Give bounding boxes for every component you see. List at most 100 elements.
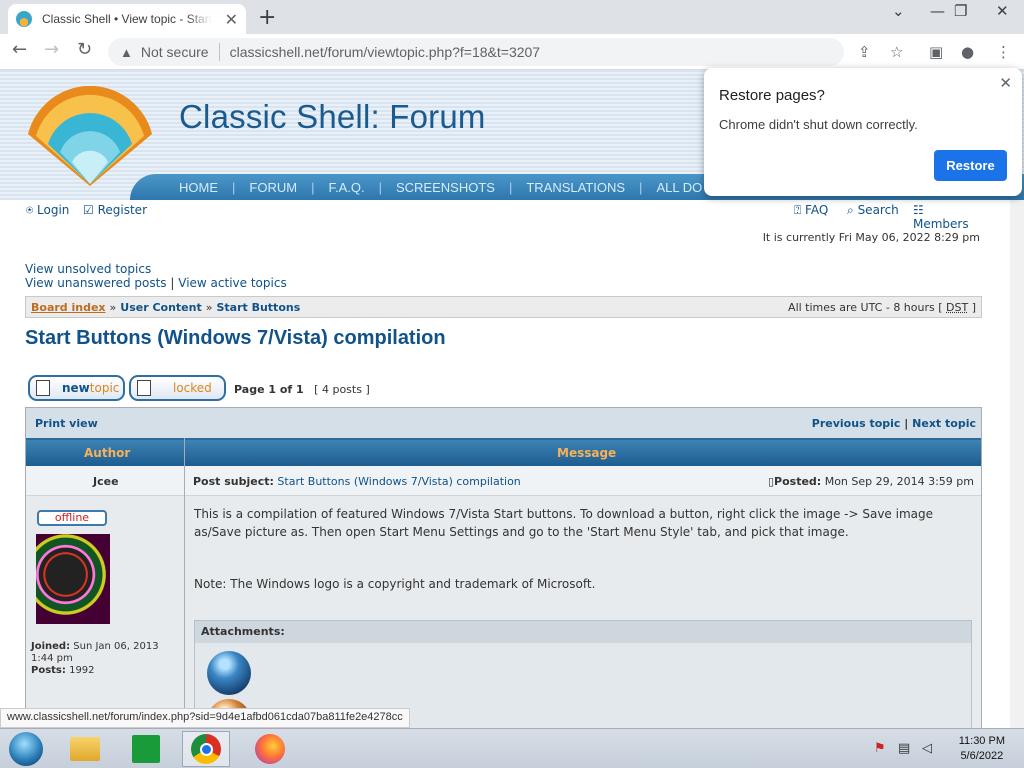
current-time: It is currently Fri May 06, 2022 8:29 pm (762, 231, 980, 244)
faq-label[interactable]: FAQ (805, 203, 828, 217)
joined-label: Joined: (31, 641, 71, 652)
nav-forum[interactable]: FORUM (249, 180, 297, 195)
lock-icon (137, 380, 151, 396)
sidepanel-icon[interactable]: ▣ (929, 43, 943, 61)
start-orb-icon[interactable] (2, 731, 50, 767)
browser-tab[interactable]: Classic Shell • View topic - Start Butto… (8, 4, 246, 34)
breadcrumb-board-index[interactable]: Board index (31, 301, 106, 314)
volume-icon[interactable]: ◁ (922, 741, 932, 756)
dialog-message: Chrome didn't shut down correctly. (719, 117, 918, 132)
timezone-end: ] (971, 300, 976, 314)
nav-all-downloads[interactable]: ALL DO (656, 180, 702, 195)
search-link[interactable]: ⌕ Search (847, 203, 899, 218)
subject-label: Post subject: (193, 475, 274, 488)
breadcrumb-user-content[interactable]: User Content (120, 301, 201, 314)
members-label[interactable]: Members (913, 217, 969, 231)
login-link[interactable]: ⍟ Login (26, 203, 69, 218)
next-topic-link[interactable]: Next topic (912, 417, 976, 430)
new-topic-icon (36, 380, 50, 396)
page-scrollbar[interactable] (1010, 200, 1024, 728)
star-icon[interactable]: ☆ (890, 43, 903, 61)
user-avatar[interactable] (36, 534, 110, 624)
clock-date: 5/6/2022 (960, 750, 1004, 762)
nav-faq[interactable]: F.A.Q. (328, 180, 364, 195)
address-separator (218, 43, 220, 61)
topic-title[interactable]: Start Buttons (Windows 7/Vista) compilat… (25, 327, 446, 350)
locked-label: locked (173, 381, 212, 395)
action-center-icon[interactable]: ⚑ (874, 741, 886, 756)
dialog-close-icon[interactable]: ✕ (999, 74, 1012, 92)
tab-strip: Classic Shell • View topic - Start Butto… (0, 0, 1024, 34)
forward-icon[interactable]: → (44, 39, 59, 60)
register-label[interactable]: Register (98, 203, 147, 217)
print-row: Print view Previous topic | Next topic (26, 408, 981, 438)
login-label[interactable]: Login (37, 203, 69, 217)
faq-link[interactable]: ⍰ FAQ (794, 203, 828, 218)
minimize-icon[interactable]: — (930, 2, 945, 20)
register-link[interactable]: ☑ Register (83, 203, 147, 217)
quick-link-separator: | (170, 276, 175, 290)
tab-close-icon[interactable]: ✕ (225, 10, 238, 29)
members-icon: ☷ (913, 203, 924, 217)
nav-home[interactable]: HOME (179, 180, 218, 195)
back-icon[interactable]: ← (12, 39, 27, 60)
quick-links: View unsolved topics View unanswered pos… (25, 262, 287, 290)
unsolved-topics-link[interactable]: View unsolved topics (25, 262, 287, 276)
nav-screenshots[interactable]: SCREENSHOTS (396, 180, 495, 195)
posts-count: 1992 (69, 665, 95, 676)
locked-button[interactable]: locked (129, 375, 226, 401)
members-link[interactable]: ☷ Members (913, 203, 981, 231)
share-icon[interactable]: ⇪ (858, 43, 871, 61)
new-topic-label-2: topic (89, 381, 120, 395)
subject-link[interactable]: Start Buttons (Windows 7/Vista) compilat… (277, 475, 520, 488)
nav-translations[interactable]: TRANSLATIONS (526, 180, 625, 195)
unanswered-posts-link[interactable]: View unanswered posts (25, 276, 167, 290)
network-icon[interactable]: ▤ (898, 741, 910, 756)
post-body: This is a compilation of featured Window… (194, 507, 934, 539)
post-author[interactable]: Jcee (93, 475, 119, 488)
not-secure-label[interactable]: Not secure (141, 44, 209, 60)
browser-toolbar: ← → ↻ ▲ Not secure classicshell.net/foru… (0, 34, 1024, 70)
online-status-badge: offline (37, 510, 107, 526)
address-bar[interactable]: ▲ Not secure classicshell.net/forum/view… (108, 38, 844, 66)
active-topics-link[interactable]: View active topics (178, 276, 286, 290)
nav-separator: | (378, 180, 382, 195)
firefox-icon[interactable] (246, 731, 294, 767)
previous-topic-link[interactable]: Previous topic (812, 417, 901, 430)
store-icon[interactable] (122, 731, 170, 767)
timezone-note: All times are UTC - 8 hours [ DST ] (788, 301, 976, 314)
search-label[interactable]: Search (858, 203, 899, 217)
url-text[interactable]: classicshell.net/forum/viewtopic.php?f=1… (230, 44, 541, 60)
post-note: Note: The Windows logo is a copyright an… (194, 577, 596, 591)
login-icon: ⍟ (26, 203, 34, 217)
search-icon: ⌕ (847, 203, 854, 217)
posts-label: Posts: (31, 665, 66, 676)
clock-time: 11:30 PM (958, 735, 1005, 747)
start-button-attachment-icon[interactable] (207, 651, 251, 695)
profile-icon[interactable]: ● (961, 43, 974, 61)
new-topic-button[interactable]: new topic (28, 375, 125, 401)
breadcrumb-start-buttons[interactable]: Start Buttons (216, 301, 300, 314)
menu-icon[interactable]: ⋮ (996, 43, 1011, 61)
table-header: Author Message (26, 438, 981, 466)
warning-icon[interactable]: ▲ (120, 45, 133, 60)
dialog-title: Restore pages? (719, 87, 825, 104)
reload-icon[interactable]: ↻ (77, 39, 92, 60)
message-header: Message (557, 446, 617, 460)
print-view-link[interactable]: Print view (35, 417, 98, 430)
classic-shell-logo-icon[interactable] (20, 86, 160, 188)
file-explorer-icon[interactable] (61, 731, 109, 767)
close-window-icon[interactable]: ✕ (996, 2, 1009, 20)
faq-icon: ⍰ (794, 203, 802, 217)
new-tab-button[interactable]: + (258, 5, 276, 30)
restore-button[interactable]: Restore (934, 150, 1007, 181)
tab-search-icon[interactable]: ⌄ (892, 2, 905, 20)
chrome-icon[interactable] (182, 731, 230, 767)
register-icon: ☑ (83, 203, 94, 217)
restore-window-icon[interactable]: ❐ (954, 2, 967, 20)
column-divider (184, 438, 185, 738)
taskbar-clock[interactable]: 11:30 PM 5/6/2022 (959, 734, 1005, 764)
new-topic-label-1: new (62, 381, 90, 395)
breadcrumb-sep: » (109, 300, 117, 314)
nav-separator: | (232, 180, 236, 195)
